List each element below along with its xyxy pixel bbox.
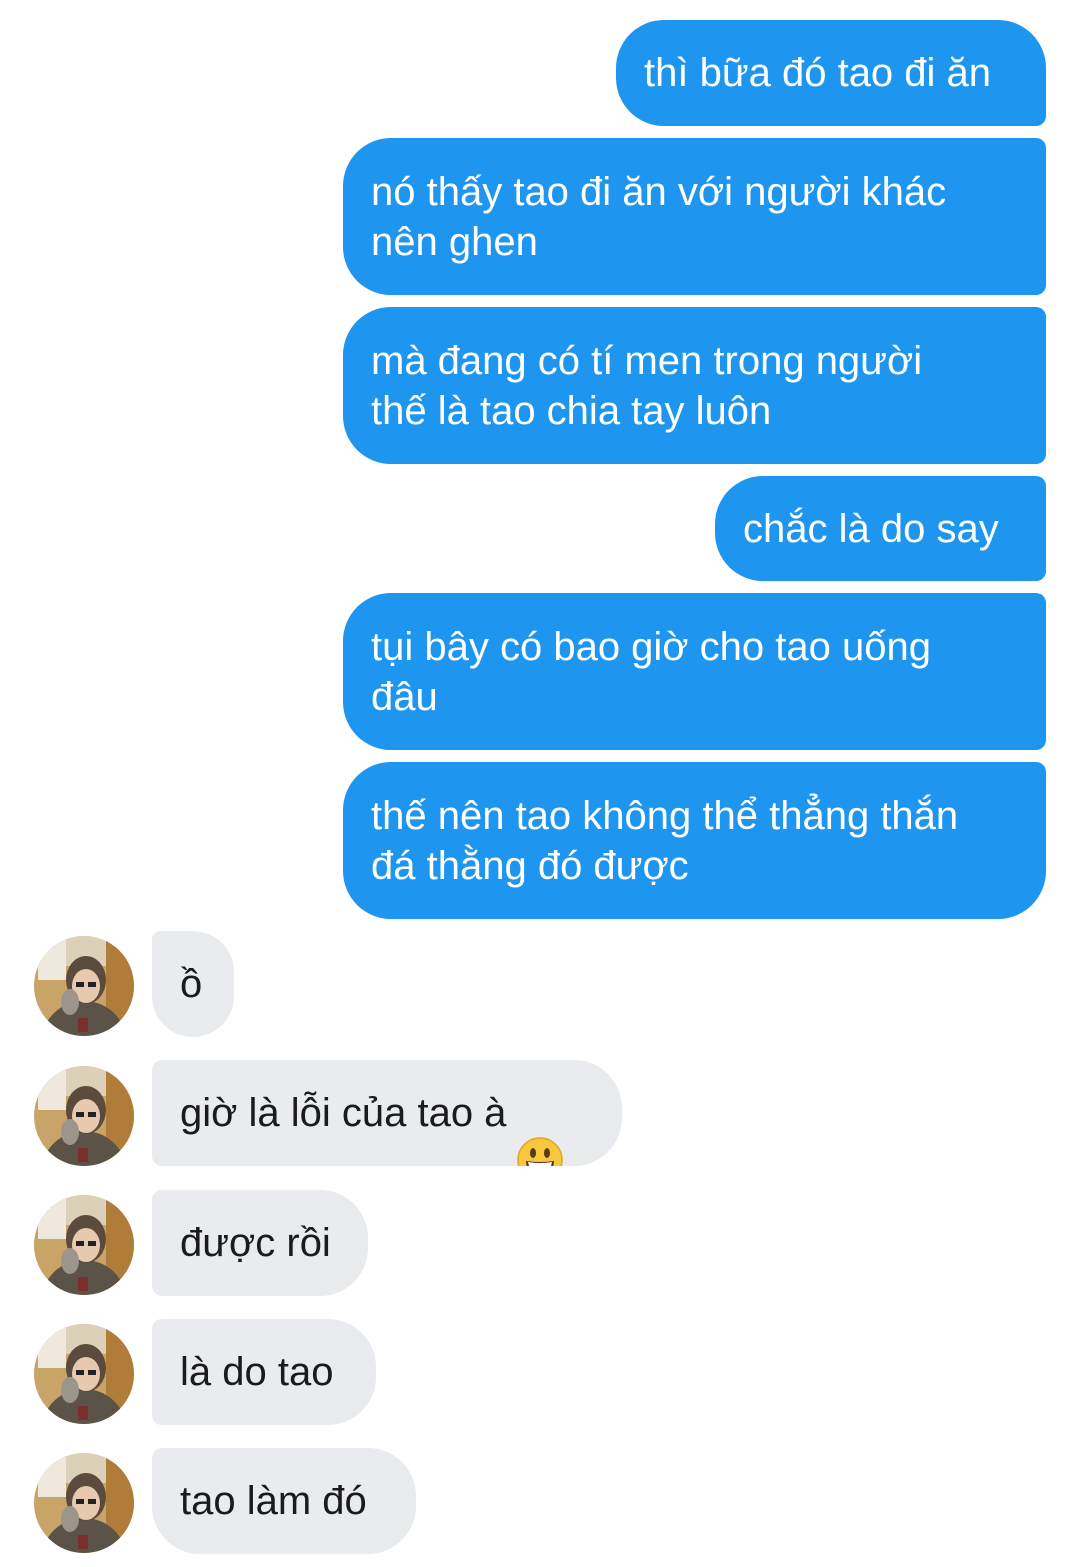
contact-avatar[interactable]: [34, 1324, 134, 1424]
received-message[interactable]: ồ: [152, 931, 234, 1037]
sent-message[interactable]: thế nên tao không thể thẳng thắn đá thằn…: [343, 762, 1046, 919]
message-text: mà đang có tí men trong người thế là tao…: [371, 338, 923, 433]
contact-avatar[interactable]: [34, 1195, 134, 1295]
message-text: nó thấy tao đi ăn với người khác nên ghe…: [371, 169, 947, 264]
received-message[interactable]: được rồi: [152, 1190, 368, 1296]
received-message[interactable]: giờ là lỗi của tao à: [152, 1060, 622, 1166]
sent-message[interactable]: nó thấy tao đi ăn với người khác nên ghe…: [343, 138, 1046, 295]
message-text: thế nên tao không thể thẳng thắn đá thằn…: [371, 793, 959, 888]
message-text: tụi bây có bao giờ cho tao uống đâu: [371, 624, 931, 719]
contact-avatar[interactable]: [34, 1453, 134, 1553]
sent-message[interactable]: mà đang có tí men trong người thế là tao…: [343, 307, 1046, 464]
contact-avatar[interactable]: [34, 1066, 134, 1166]
message-thread: thì bữa đó tao đi ăn nó thấy tao đi ăn v…: [0, 0, 1080, 1567]
received-message[interactable]: tao làm đó: [152, 1448, 416, 1554]
message-text: thì bữa đó tao đi ăn: [644, 51, 992, 95]
message-text: giờ là lỗi của tao à: [180, 1091, 507, 1135]
sent-message[interactable]: chắc là do say: [715, 476, 1046, 581]
grinning-face-emoji-icon: [516, 1086, 564, 1166]
received-message[interactable]: là do tao: [152, 1319, 376, 1425]
sent-message[interactable]: thì bữa đó tao đi ăn: [616, 20, 1046, 126]
message-text: chắc là do say: [743, 506, 999, 551]
message-text: được rồi: [180, 1221, 331, 1265]
contact-avatar[interactable]: [34, 936, 134, 1036]
message-text: là do tao: [180, 1350, 334, 1394]
message-text: tao làm đó: [180, 1479, 367, 1523]
message-text: ồ: [180, 962, 203, 1006]
sent-message[interactable]: tụi bây có bao giờ cho tao uống đâu: [343, 593, 1046, 750]
